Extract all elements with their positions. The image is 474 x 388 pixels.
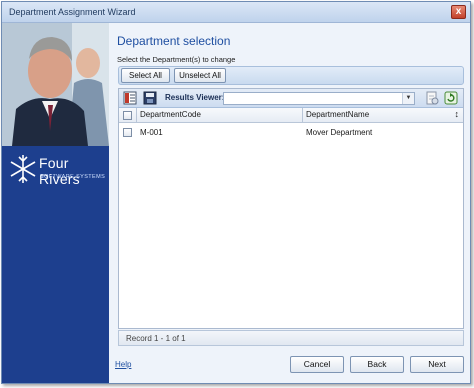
help-link[interactable]: Help xyxy=(115,360,131,369)
close-icon: x xyxy=(455,6,462,17)
results-viewer-label: Results Viewer: xyxy=(165,93,225,102)
page-title: Department selection xyxy=(117,34,231,48)
window-title: Department Assignment Wizard xyxy=(9,7,136,17)
record-status-bar: Record 1 - 1 of 1 xyxy=(118,330,464,346)
branding-panel: Four Rivers SOFTWARE SYSTEMS xyxy=(2,23,109,383)
table-row[interactable]: M-001 Mover Department xyxy=(119,125,463,140)
selection-button-bar: Select All Unselect All xyxy=(118,66,464,85)
instruction-text: Select the Department(s) to change xyxy=(117,55,236,64)
row-checkbox[interactable] xyxy=(123,128,132,137)
sort-icon[interactable]: ↕ xyxy=(455,109,460,119)
select-all-button[interactable]: Select All xyxy=(121,68,170,83)
record-count: Record 1 - 1 of 1 xyxy=(126,334,186,343)
grid-layout-icon[interactable] xyxy=(123,91,137,105)
wizard-content: Department selection Select the Departme… xyxy=(109,23,470,383)
close-button[interactable]: x xyxy=(451,5,466,19)
department-code-cell: M-001 xyxy=(140,128,163,137)
back-button[interactable]: Back xyxy=(350,356,404,373)
business-people-photo xyxy=(2,23,109,146)
chevron-down-icon: ▼ xyxy=(402,93,414,104)
save-icon[interactable] xyxy=(143,91,157,105)
department-name-cell: Mover Department xyxy=(306,128,373,137)
unselect-all-button[interactable]: Unselect All xyxy=(174,68,226,83)
column-divider xyxy=(302,108,303,123)
column-header-departmentcode[interactable]: DepartmentCode xyxy=(140,110,201,119)
grid-toolbar: Results Viewer: ▼ xyxy=(119,89,463,108)
results-viewer-dropdown[interactable]: ▼ xyxy=(223,92,415,105)
refresh-icon[interactable] xyxy=(444,91,458,105)
company-name: Four Rivers xyxy=(39,155,80,187)
grid-header: DepartmentCode DepartmentName ↕ xyxy=(119,108,463,123)
select-all-checkbox[interactable] xyxy=(123,111,132,120)
company-logo: Four Rivers SOFTWARE SYSTEMS xyxy=(10,153,106,189)
column-divider xyxy=(136,108,137,123)
title-bar: Department Assignment Wizard x xyxy=(2,2,470,23)
wizard-window: Department Assignment Wizard x Four Rive… xyxy=(1,1,471,384)
column-header-departmentname[interactable]: DepartmentName xyxy=(306,110,369,119)
department-grid: Results Viewer: ▼ DepartmentCode Departm… xyxy=(118,88,464,329)
company-tagline: SOFTWARE SYSTEMS xyxy=(40,174,106,180)
export-icon[interactable] xyxy=(425,91,439,105)
snowflake-logo-icon xyxy=(10,155,36,183)
next-button[interactable]: Next xyxy=(410,356,464,373)
cancel-button[interactable]: Cancel xyxy=(290,356,344,373)
